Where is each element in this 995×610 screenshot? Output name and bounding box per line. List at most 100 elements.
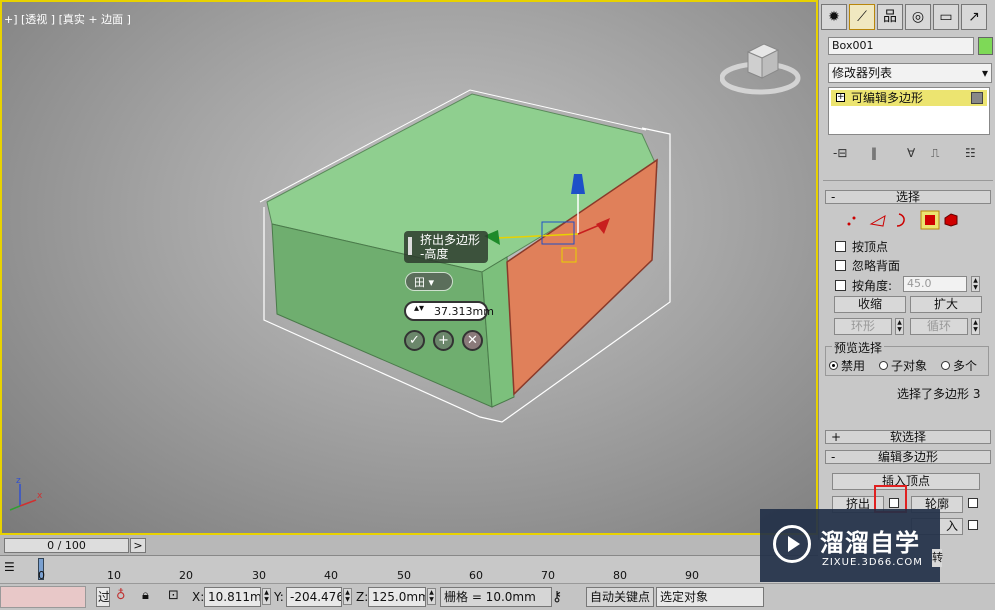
play-logo-icon <box>773 525 811 563</box>
lock-icon[interactable]: 🔒︎ <box>142 588 149 603</box>
rotate-button-partial[interactable]: 转 <box>932 549 943 567</box>
x-coordinate-field[interactable]: 10.811mm <box>204 587 261 607</box>
next-frame-button[interactable]: > <box>130 538 146 553</box>
time-slider[interactable]: 0 / 100 <box>4 538 129 553</box>
caddy-apply-button[interactable]: + <box>433 330 454 351</box>
preview-off-label: 禁用 <box>841 359 866 373</box>
absolute-mode-icon[interactable]: ⊡ <box>168 588 179 603</box>
timeline-ruler[interactable]: ☰ 0 10 20 30 40 50 60 70 80 90 <box>0 555 818 583</box>
caddy-drag-handle[interactable] <box>408 237 412 255</box>
make-unique-icon[interactable]: ∀ <box>907 146 915 160</box>
soft-selection-title: 软选择 <box>889 430 926 444</box>
modifier-list-label: 修改器列表 <box>832 66 893 80</box>
polygon-level-icon[interactable] <box>920 210 940 230</box>
spinner-icon[interactable]: ▴▾ <box>414 303 424 314</box>
preview-subobject-label: 子对象 <box>891 359 928 373</box>
perspective-viewport[interactable]: +] [透视 ] [真实 + 边面 ] z x 挤出多边形 -高度 田 ▾ ▴▾… <box>0 0 818 535</box>
z-label: Z: <box>356 590 369 604</box>
ignore-backface-label: 忽略背面 <box>852 259 901 273</box>
preview-subobject-radio[interactable]: 子对象 <box>879 357 927 374</box>
z-spinner[interactable]: ▲ ▼ <box>427 588 436 605</box>
pin-stack-icon[interactable]: -⊟ <box>833 146 847 160</box>
extrude-type-dropdown[interactable]: 田 ▾ <box>405 272 453 291</box>
y-coordinate-field[interactable]: -204.476m <box>286 587 342 607</box>
caddy-subtitle: -高度 <box>420 247 449 261</box>
collapse-icon: - <box>831 190 836 204</box>
angle-spinner[interactable]: ▲ ▼ <box>971 276 980 292</box>
caddy-cancel-button[interactable]: ✕ <box>462 330 483 351</box>
tick-10: 10 <box>107 569 121 582</box>
auto-key-button[interactable]: 自动关键点 <box>586 587 654 607</box>
extrude-height-field[interactable]: ▴▾ 37.313mm <box>404 301 494 321</box>
maxscript-listener[interactable] <box>0 586 86 608</box>
caddy-ok-button[interactable]: ✓ <box>404 330 425 351</box>
time-slider-bar: 0 / 100 > <box>0 535 818 555</box>
edge-level-icon[interactable] <box>869 215 886 227</box>
by-vertex-checkbox[interactable]: 按顶点 <box>835 238 888 255</box>
remove-modifier-icon[interactable]: ⎍ <box>931 146 939 161</box>
element-level-icon[interactable] <box>944 213 958 227</box>
outline-settings-icon[interactable] <box>968 498 978 508</box>
selection-rollout-header[interactable]: - 选择 <box>825 190 991 204</box>
caddy-title: 挤出多边形 <box>420 233 481 247</box>
track-bar-icon[interactable]: ☰ <box>4 560 18 576</box>
vertex-level-icon[interactable] <box>847 216 856 226</box>
chevron-down-icon: ▾ <box>981 66 988 80</box>
by-angle-label: 按角度: <box>852 279 893 293</box>
selected-set-dropdown[interactable]: 选定对象 <box>656 587 764 607</box>
create-tab[interactable]: ✹ <box>821 4 847 30</box>
display-tab[interactable]: ▭ <box>933 4 959 30</box>
loop-spinner[interactable]: ▲ ▼ <box>971 318 980 335</box>
tick-80: 80 <box>613 569 627 582</box>
viewport-label[interactable]: +] [透视 ] [真实 + 边面 ] <box>4 11 131 27</box>
object-color-swatch[interactable] <box>978 37 993 55</box>
ring-spinner[interactable]: ▲ ▼ <box>895 318 904 335</box>
motion-tab[interactable]: ◎ <box>905 4 931 30</box>
border-level-icon[interactable] <box>896 213 905 227</box>
shrink-button[interactable]: 收缩 <box>834 296 906 313</box>
command-panel: ✹ ⟋ 品 ◎ ▭ ↗ Box001 修改器列表 ▾ + 可编辑多边形 -⊟ ‖… <box>818 0 995 540</box>
modifier-item-label: 可编辑多边形 <box>851 91 924 105</box>
modifier-stack: + 可编辑多边形 <box>828 87 990 135</box>
key-icon[interactable]: ⚷ <box>552 589 562 605</box>
modifier-item-editable-poly[interactable]: + 可编辑多边形 <box>831 90 987 106</box>
hierarchy-tab[interactable]: 品 <box>877 4 903 30</box>
tick-30: 30 <box>252 569 266 582</box>
collapse-rollout-icon: - <box>831 450 836 464</box>
preview-off-radio[interactable]: 禁用 <box>829 357 865 374</box>
viewcube[interactable] <box>720 38 804 98</box>
modify-tab[interactable]: ⟋ <box>849 4 875 30</box>
watermark-subtitle: ZIXUE.3D66.COM <box>822 557 923 568</box>
expand-icon[interactable]: + <box>836 93 845 102</box>
angle-input[interactable]: 45.0 <box>903 276 967 292</box>
tick-40: 40 <box>324 569 338 582</box>
edit-polygons-rollout-header[interactable]: - 编辑多边形 <box>825 450 991 464</box>
configure-sets-icon[interactable]: ☷ <box>965 146 976 160</box>
x-label: X: <box>192 590 205 604</box>
extrude-caddy: 挤出多边形 -高度 <box>404 231 488 263</box>
soft-selection-rollout-header[interactable]: + 软选择 <box>825 430 991 444</box>
ignore-backface-checkbox[interactable]: 忽略背面 <box>835 257 900 274</box>
tick-20: 20 <box>179 569 193 582</box>
by-angle-checkbox[interactable]: 按角度: <box>835 277 892 294</box>
modifier-toggle-icon[interactable] <box>971 92 983 104</box>
ring-button[interactable]: 环形 <box>834 318 892 335</box>
edit-polygons-title: 编辑多边形 <box>877 450 938 464</box>
svg-text:z: z <box>16 476 21 486</box>
z-coordinate-field[interactable]: 125.0mm <box>368 587 426 607</box>
selection-rollout-title: 选择 <box>895 190 920 204</box>
show-end-result-icon[interactable]: ‖ <box>871 146 877 160</box>
selection-lock-field[interactable]: 过 <box>96 587 110 607</box>
isolate-icon[interactable]: ♁ <box>116 588 126 603</box>
command-panel-tabs: ✹ ⟋ 品 ◎ ▭ ↗ <box>821 4 994 30</box>
utilities-tab[interactable]: ↗ <box>961 4 987 30</box>
y-spinner[interactable]: ▲ ▼ <box>343 588 352 605</box>
grow-button[interactable]: 扩大 <box>910 296 982 313</box>
x-spinner[interactable]: ▲ ▼ <box>262 588 271 605</box>
inset-settings-icon[interactable] <box>968 520 978 530</box>
loop-button[interactable]: 循环 <box>910 318 968 335</box>
object-name-field[interactable]: Box001 <box>828 37 974 55</box>
modifier-list-dropdown[interactable]: 修改器列表 ▾ <box>828 63 992 83</box>
preview-multi-radio[interactable]: 多个 <box>941 357 977 374</box>
tick-50: 50 <box>397 569 411 582</box>
